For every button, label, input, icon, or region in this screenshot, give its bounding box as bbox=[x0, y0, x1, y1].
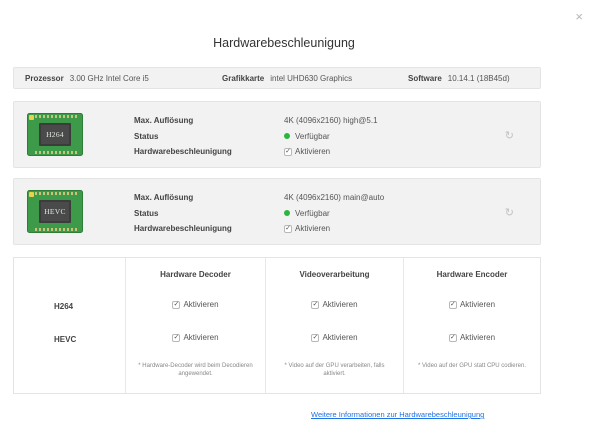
checkbox-label: Aktivieren bbox=[322, 333, 358, 342]
chip-label: HEVC bbox=[44, 207, 66, 216]
checkbox-label: Aktivieren bbox=[322, 300, 358, 309]
max-resolution-value: 4K (4096x2160) main@auto bbox=[284, 193, 385, 203]
column-note: * Video auf der GPU verarbeiten, falls a… bbox=[284, 363, 385, 377]
matrix-col-processing: Videoverarbeitung ✓ Aktivieren ✓ Aktivie… bbox=[265, 258, 403, 393]
decoder-h264-checkbox[interactable]: ✓ Aktivieren bbox=[126, 300, 265, 309]
close-button[interactable]: × bbox=[575, 10, 583, 23]
hw-acceleration-label: Hardwarebeschleunigung bbox=[134, 147, 232, 157]
status-value: Verfügbar bbox=[295, 131, 330, 141]
refresh-icon[interactable]: ↻ bbox=[505, 129, 514, 142]
decoder-hevc-checkbox[interactable]: ✓ Aktivieren bbox=[126, 333, 265, 342]
checkbox-label: Aktivieren bbox=[459, 300, 496, 309]
chip-icon: H264 bbox=[27, 113, 83, 156]
max-resolution-label: Max. Auflösung bbox=[134, 116, 194, 126]
more-info-link[interactable]: Weitere Informationen zur Hardwarebeschl… bbox=[311, 410, 484, 419]
column-note: * Video auf der GPU statt CPU codieren. bbox=[418, 363, 526, 369]
column-header: Videoverarbeitung bbox=[299, 270, 370, 279]
hw-acceleration-checkbox[interactable]: ✓ Aktivieren bbox=[284, 224, 330, 233]
column-header: Hardware Encoder bbox=[436, 270, 508, 279]
matrix-row-labels: H264 HEVC bbox=[14, 258, 125, 393]
refresh-icon[interactable]: ↻ bbox=[505, 206, 514, 219]
status-label: Status bbox=[134, 131, 159, 141]
dialog-title: Hardwarebeschleunigung bbox=[213, 36, 355, 50]
chip-icon: HEVC bbox=[27, 190, 83, 233]
checkbox-label: Aktivieren bbox=[459, 333, 496, 342]
software-value: 10.14.1 (18B45d) bbox=[447, 73, 510, 83]
graphics-value: intel UHD630 Graphics bbox=[270, 73, 353, 83]
status-dot-icon bbox=[284, 210, 290, 217]
check-icon: ✓ bbox=[172, 333, 181, 342]
encoder-h264-checkbox[interactable]: ✓ Aktivieren bbox=[404, 300, 540, 309]
check-icon: ✓ bbox=[448, 333, 457, 342]
checkbox-label: Aktivieren bbox=[183, 300, 219, 309]
processor-value: 3.00 GHz Intel Core i5 bbox=[69, 73, 149, 83]
hw-acceleration-checkbox[interactable]: ✓ Aktivieren bbox=[284, 147, 330, 156]
matrix-col-decoder: Hardware Decoder ✓ Aktivieren ✓ Aktivier… bbox=[125, 258, 265, 393]
status-label: Status bbox=[134, 208, 159, 218]
check-icon: ✓ bbox=[172, 300, 181, 309]
codec-matrix: H264 HEVC Hardware Decoder ✓ Aktivieren … bbox=[13, 257, 541, 394]
column-note: * Hardware-Decoder wird beim Decodieren … bbox=[138, 363, 253, 377]
processing-hevc-checkbox[interactable]: ✓ Aktivieren bbox=[266, 333, 403, 342]
check-icon: ✓ bbox=[284, 224, 292, 233]
system-info-bar: Prozessor 3.00 GHz Intel Core i5 Grafikk… bbox=[13, 67, 541, 89]
processing-h264-checkbox[interactable]: ✓ Aktivieren bbox=[266, 300, 403, 309]
software-label: Software bbox=[408, 73, 442, 83]
status-value: Verfügbar bbox=[295, 208, 330, 218]
row-label-h264: H264 bbox=[54, 302, 74, 311]
codec-panel-hevc: HEVC Max. Auflösung 4K (4096x2160) main@… bbox=[13, 178, 541, 245]
graphics-label: Grafikkarte bbox=[222, 73, 265, 83]
checkbox-label: Aktivieren bbox=[183, 333, 219, 342]
matrix-col-encoder: Hardware Encoder ✓ Aktivieren ✓ Aktivier… bbox=[403, 258, 540, 393]
row-label-hevc: HEVC bbox=[54, 335, 77, 344]
hw-acceleration-label: Hardwarebeschleunigung bbox=[134, 224, 232, 234]
max-resolution-value: 4K (4096x2160) high@5.1 bbox=[284, 116, 378, 126]
check-icon: ✓ bbox=[311, 300, 320, 309]
processor-label: Prozessor bbox=[25, 73, 64, 83]
check-icon: ✓ bbox=[311, 333, 320, 342]
encoder-hevc-checkbox[interactable]: ✓ Aktivieren bbox=[404, 333, 540, 342]
status-dot-icon bbox=[284, 133, 290, 140]
check-icon: ✓ bbox=[448, 300, 457, 309]
check-icon: ✓ bbox=[284, 147, 292, 156]
checkbox-label: Aktivieren bbox=[295, 147, 331, 157]
checkbox-label: Aktivieren bbox=[295, 224, 331, 234]
codec-panel-h264: H264 Max. Auflösung 4K (4096x2160) high@… bbox=[13, 101, 541, 168]
chip-label: H264 bbox=[46, 130, 64, 139]
max-resolution-label: Max. Auflösung bbox=[134, 193, 194, 203]
column-header: Hardware Decoder bbox=[160, 270, 231, 279]
